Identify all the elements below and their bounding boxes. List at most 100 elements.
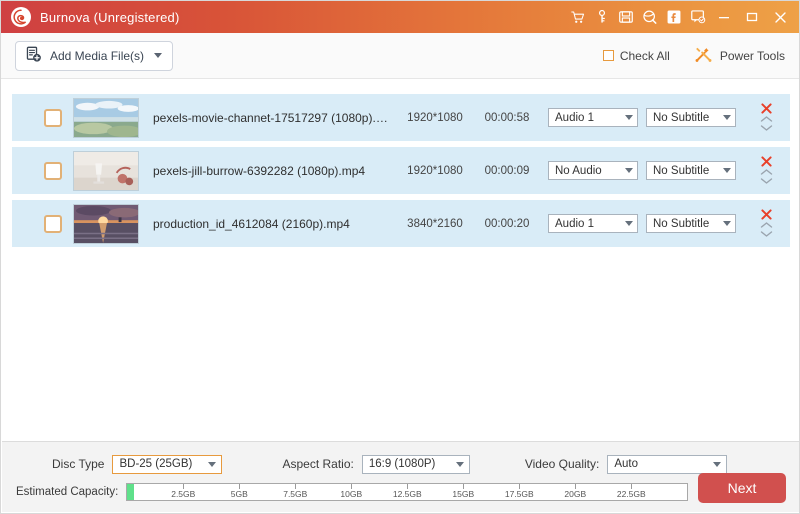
chevron-up-icon[interactable]	[760, 168, 773, 176]
cart-icon[interactable]	[567, 5, 589, 29]
file-duration: 00:00:58	[474, 112, 540, 124]
audio-track-select[interactable]: Audio 1	[548, 108, 638, 127]
chevron-down-icon	[723, 221, 731, 226]
check-all-checkbox[interactable]	[603, 50, 614, 61]
add-media-files-label: Add Media File(s)	[50, 49, 144, 63]
capacity-tick-label: 17.5GB	[505, 489, 534, 499]
subtitle-track-value: No Subtitle	[653, 112, 723, 124]
row-checkbox[interactable]	[44, 162, 62, 180]
capacity-tick-label: 15GB	[452, 489, 474, 499]
chevron-down-icon	[713, 462, 721, 467]
file-resolution: 1920*1080	[396, 112, 474, 124]
delete-x-icon[interactable]	[761, 156, 772, 167]
video-quality-value: Auto	[614, 458, 707, 470]
capacity-bar: 2.5GB5GB7.5GB10GB12.5GB15GB17.5GB20GB22.…	[126, 483, 688, 501]
title-bar: Burnova (Unregistered)	[1, 1, 799, 33]
chevron-down-icon	[625, 115, 633, 120]
power-tools-button[interactable]: Power Tools	[694, 46, 785, 66]
add-file-icon	[25, 46, 42, 66]
file-name: pexels-jill-burrow-6392282 (1080p).mp4	[153, 164, 396, 178]
audio-track-select[interactable]: Audio 1	[548, 214, 638, 233]
add-media-files-button[interactable]: Add Media File(s)	[15, 41, 173, 71]
delete-x-icon[interactable]	[761, 209, 772, 220]
disc-type-field: Disc Type BD-25 (25GB)	[52, 455, 222, 474]
chevron-down-icon[interactable]	[760, 177, 773, 185]
check-all-label: Check All	[620, 49, 670, 63]
video-quality-select[interactable]: Auto	[607, 455, 727, 474]
key-icon[interactable]	[591, 5, 613, 29]
file-resolution: 1920*1080	[396, 165, 474, 177]
table-row[interactable]: pexels-jill-burrow-6392282 (1080p).mp4 1…	[12, 147, 790, 194]
subtitle-track-value: No Subtitle	[653, 218, 723, 230]
settings-row: Disc Type BD-25 (25GB) Aspect Ratio: 16:…	[2, 452, 800, 476]
file-resolution: 3840*2160	[396, 218, 474, 230]
thumbnail	[73, 98, 139, 138]
main-toolbar: Add Media File(s) Check All	[1, 33, 799, 79]
chevron-down-icon	[625, 221, 633, 226]
estimated-capacity-row: Estimated Capacity: 2.5GB5GB7.5GB10GB12.…	[2, 480, 800, 504]
close-button[interactable]	[767, 5, 793, 29]
video-quality-label: Video Quality:	[525, 457, 600, 471]
burnova-disc-icon	[11, 7, 31, 27]
row-checkbox[interactable]	[44, 109, 62, 127]
audio-track-value: Audio 1	[555, 218, 625, 230]
globe-icon[interactable]	[639, 5, 661, 29]
maximize-button[interactable]	[739, 5, 765, 29]
chevron-down-icon[interactable]	[760, 230, 773, 238]
row-checkbox[interactable]	[44, 215, 62, 233]
file-duration: 00:00:20	[474, 218, 540, 230]
power-tools-label: Power Tools	[720, 49, 785, 63]
subtitle-track-select[interactable]: No Subtitle	[646, 214, 736, 233]
table-row[interactable]: pexels-movie-channet-17517297 (1080p).mp…	[12, 94, 790, 141]
minimize-button[interactable]	[711, 5, 737, 29]
thumbnail	[73, 151, 139, 191]
video-quality-field: Video Quality: Auto	[525, 455, 728, 474]
bottom-settings-panel: Disc Type BD-25 (25GB) Aspect Ratio: 16:…	[2, 441, 800, 512]
table-row[interactable]: production_id_4612084 (2160p).mp4 3840*2…	[12, 200, 790, 247]
power-tools-icon	[694, 46, 713, 66]
subtitle-track-value: No Subtitle	[653, 165, 723, 177]
row-operations	[742, 156, 790, 185]
delete-x-icon[interactable]	[761, 103, 772, 114]
chevron-down-icon	[456, 462, 464, 467]
chevron-down-icon[interactable]	[154, 53, 162, 58]
capacity-tick-label: 20GB	[564, 489, 586, 499]
chevron-down-icon	[625, 168, 633, 173]
capacity-tick-label: 10GB	[340, 489, 362, 499]
thumbnail	[73, 204, 139, 244]
next-button[interactable]: Next	[698, 473, 786, 503]
file-duration: 00:00:09	[474, 165, 540, 177]
aspect-ratio-select[interactable]: 16:9 (1080P)	[362, 455, 470, 474]
chevron-down-icon[interactable]	[760, 124, 773, 132]
capacity-tick-label: 22.5GB	[617, 489, 646, 499]
capacity-tick-label: 7.5GB	[283, 489, 307, 499]
chevron-down-icon	[208, 462, 216, 467]
audio-track-value: Audio 1	[555, 112, 625, 124]
toolbar-right-group: Check All Power Tools	[603, 46, 785, 66]
chevron-down-icon	[723, 168, 731, 173]
window-title: Burnova (Unregistered)	[40, 10, 180, 25]
disc-type-value: BD-25 (25GB)	[119, 458, 202, 470]
file-name: pexels-movie-channet-17517297 (1080p).mp…	[153, 111, 396, 125]
facebook-icon[interactable]	[663, 5, 685, 29]
audio-track-select[interactable]: No Audio	[548, 161, 638, 180]
title-bar-actions	[567, 5, 793, 29]
check-all-toggle[interactable]: Check All	[603, 49, 670, 63]
chevron-down-icon	[723, 115, 731, 120]
estimated-capacity-label: Estimated Capacity:	[16, 486, 118, 498]
feedback-icon[interactable]	[687, 5, 709, 29]
disc-save-icon[interactable]	[615, 5, 637, 29]
subtitle-track-select[interactable]: No Subtitle	[646, 161, 736, 180]
capacity-fill	[127, 484, 134, 500]
file-name: production_id_4612084 (2160p).mp4	[153, 217, 396, 231]
aspect-ratio-value: 16:9 (1080P)	[369, 458, 450, 470]
burnova-window: Burnova (Unregistered)	[0, 0, 800, 514]
chevron-up-icon[interactable]	[760, 115, 773, 123]
row-operations	[742, 209, 790, 238]
media-file-list[interactable]: pexels-movie-channet-17517297 (1080p).mp…	[2, 79, 800, 443]
disc-type-select[interactable]: BD-25 (25GB)	[112, 455, 222, 474]
disc-type-label: Disc Type	[52, 457, 104, 471]
aspect-ratio-field: Aspect Ratio: 16:9 (1080P)	[282, 455, 469, 474]
chevron-up-icon[interactable]	[760, 221, 773, 229]
subtitle-track-select[interactable]: No Subtitle	[646, 108, 736, 127]
